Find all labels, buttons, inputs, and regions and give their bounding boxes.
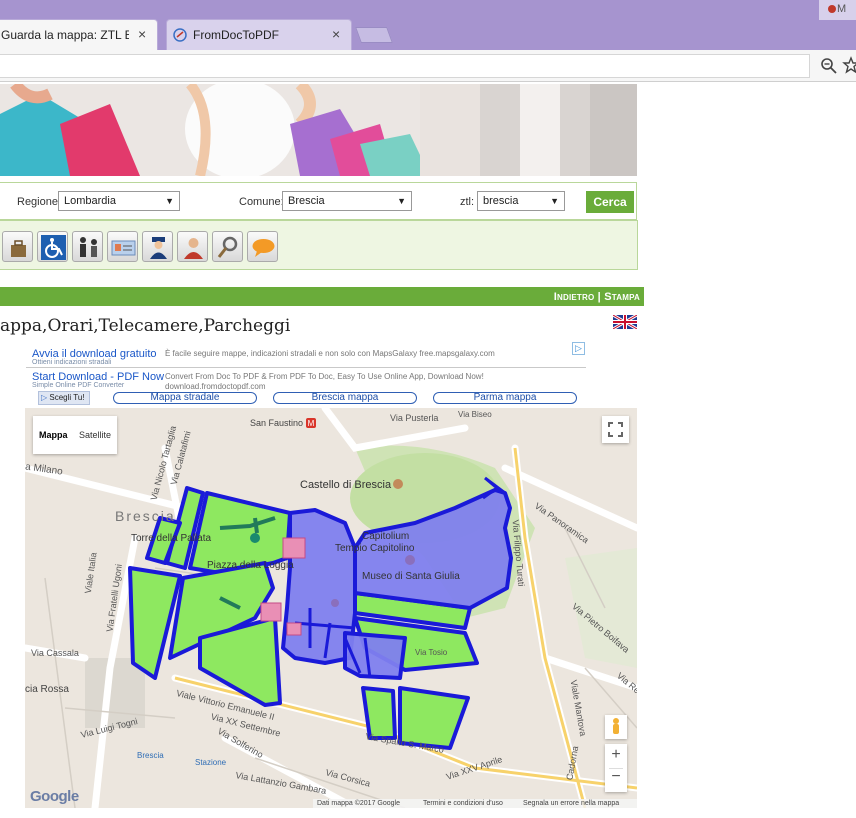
close-tab-icon[interactable]: × [138, 26, 146, 42]
tab-ztl-map[interactable]: Guarda la mappa: ZTL Br × [0, 19, 158, 50]
svg-text:M: M [308, 419, 315, 428]
browser-titlebar: Guarda la mappa: ZTL Br × FromDocToPDF ×… [0, 0, 856, 50]
person-icon[interactable] [177, 231, 208, 262]
page-title: appa,Orari,Telecamere,Parcheggi [0, 316, 291, 336]
ad-description: Convert From Doc To PDF & From PDF To Do… [165, 372, 484, 381]
bookmark-star-icon[interactable] [842, 56, 856, 74]
ad-subtitle: Simple Online PDF Converter [32, 382, 125, 389]
ad-mapsgalaxy[interactable]: Avvia il download gratuito Ottieni indic… [26, 345, 586, 367]
map-label-capitolium: Capitolium [362, 531, 410, 542]
luggage-icon[interactable] [2, 231, 33, 262]
police-officer-icon[interactable] [142, 231, 173, 262]
speech-bubble-icon[interactable] [247, 231, 278, 262]
search-form: Regione: Lombardia ▼ Comune: Brescia ▼ z… [0, 182, 637, 220]
map-label-torre-pallata: Torre della Pallata [131, 533, 212, 544]
comune-label: Comune: [239, 196, 284, 208]
map-label-rossa: cia Rossa [25, 684, 69, 695]
header-banner-image [0, 84, 637, 176]
related-link-brescia-mappa[interactable]: Brescia mappa [273, 392, 417, 404]
ztl-select[interactable]: brescia ▼ [477, 191, 565, 211]
map-label-san-faustino: San Faustino [250, 418, 304, 428]
regione-value: Lombardia [64, 195, 116, 207]
zoom-icon[interactable] [820, 57, 838, 75]
map-type-map[interactable]: Mappa [39, 430, 68, 440]
ad-fromdoctopdf[interactable]: Start Download - PDF Now Simple Online P… [26, 368, 586, 391]
map-footer: Dati mappa ©2017 Google Termini e condiz… [313, 799, 637, 808]
choose-label: Scegli Tu! [49, 393, 85, 402]
map-label-tempio: Tempio Capitolino [335, 543, 415, 554]
related-link-mappa-stradale[interactable]: Mappa stradale [113, 392, 257, 404]
ztl-label: ztl: [460, 196, 475, 208]
dropdown-arrow-icon: ▼ [550, 196, 559, 206]
zoom-in-button[interactable]: + [605, 746, 627, 764]
tab-fromdoctopdf[interactable]: FromDocToPDF × [166, 19, 352, 50]
map-label-via-pusterla: Via Pusterla [390, 413, 439, 423]
street-view-pegman[interactable] [605, 715, 627, 739]
zoom-out-button[interactable]: − [605, 768, 627, 786]
map-terms-link[interactable]: Termini e condizioni d'uso [423, 800, 503, 807]
ad-url: download.fromdoctopdf.com [165, 382, 266, 391]
address-bar [0, 50, 856, 82]
wheelchair-icon[interactable] [37, 231, 68, 262]
back-link[interactable]: Indietro [554, 291, 595, 303]
browser-window: Guarda la mappa: ZTL Br × FromDocToPDF ×… [0, 0, 856, 818]
comune-value: Brescia [288, 195, 325, 207]
print-link[interactable]: Stampa [604, 291, 640, 303]
ztl-map[interactable]: San Faustino M Via Pusterla Via Biseo a … [25, 408, 637, 808]
ad-choices-icon[interactable]: ▷ [572, 342, 585, 355]
profile-button[interactable]: M [818, 0, 856, 20]
tab-title: Guarda la mappa: ZTL Br [1, 28, 129, 42]
map-label-castello: Castello di Brescia [300, 479, 392, 491]
people-icon[interactable] [72, 231, 103, 262]
page-nav-bar: Indietro | Stampa [0, 287, 644, 306]
id-card-icon[interactable] [107, 231, 138, 262]
map-label-via-cassala: Via Cassala [31, 648, 79, 658]
tab-title: FromDocToPDF [193, 28, 280, 42]
map-type-control: Mappa Satellite [33, 416, 117, 454]
map-report-error-link[interactable]: Segnala un errore nella mappa [523, 800, 619, 807]
url-input[interactable] [0, 54, 810, 78]
regione-label: Regione: [17, 196, 62, 208]
comune-select[interactable]: Brescia ▼ [282, 191, 412, 211]
regione-select[interactable]: Lombardia ▼ [58, 191, 180, 211]
map-label-brescia-station: Brescia [137, 751, 164, 760]
profile-label: M [837, 3, 847, 15]
map-label-stazione: Stazione [195, 758, 227, 767]
dropdown-arrow-icon: ▼ [165, 196, 174, 206]
fullscreen-icon [608, 422, 623, 437]
ad-subtitle: Ottieni indicazioni stradali [32, 359, 112, 366]
zoom-control: + − [605, 744, 627, 792]
pegman-icon [613, 718, 619, 734]
profile-icon [828, 5, 836, 13]
ad-description: È facile seguire mappe, indicazioni stra… [165, 349, 495, 358]
magnifier-icon[interactable] [212, 231, 243, 262]
shopping-banner-illustration [0, 84, 637, 176]
google-logo: Google [30, 788, 79, 805]
map-label-via-biseo: Via Biseo [458, 410, 492, 419]
search-button[interactable]: Cerca [586, 191, 634, 213]
pdf-favicon-icon [173, 28, 187, 42]
map-label-museo: Museo di Santa Giulia [362, 571, 460, 582]
map-type-satellite[interactable]: Satellite [79, 430, 111, 440]
english-flag-icon[interactable] [613, 315, 637, 329]
fullscreen-button[interactable] [602, 416, 629, 443]
map-label-piazza-loggia: Piazza della Loggia [207, 560, 294, 571]
map-label-brescia-city: Brescia [115, 508, 176, 524]
ztl-value: brescia [483, 195, 519, 207]
metro-icon: M [306, 418, 316, 428]
map-label-via-tosio: Via Tosio [415, 648, 448, 657]
close-tab-icon[interactable]: × [332, 26, 340, 42]
new-tab-button[interactable] [355, 27, 393, 43]
service-icon-bar [0, 220, 638, 270]
nav-separator: | [597, 291, 601, 303]
map-data-copyright: Dati mappa ©2017 Google [317, 800, 400, 807]
play-icon: ▷ [41, 393, 48, 402]
dropdown-arrow-icon: ▼ [397, 196, 406, 206]
related-link-parma-mappa[interactable]: Parma mappa [433, 392, 577, 404]
choose-button[interactable]: ▷ Scegli Tu! [38, 391, 90, 405]
